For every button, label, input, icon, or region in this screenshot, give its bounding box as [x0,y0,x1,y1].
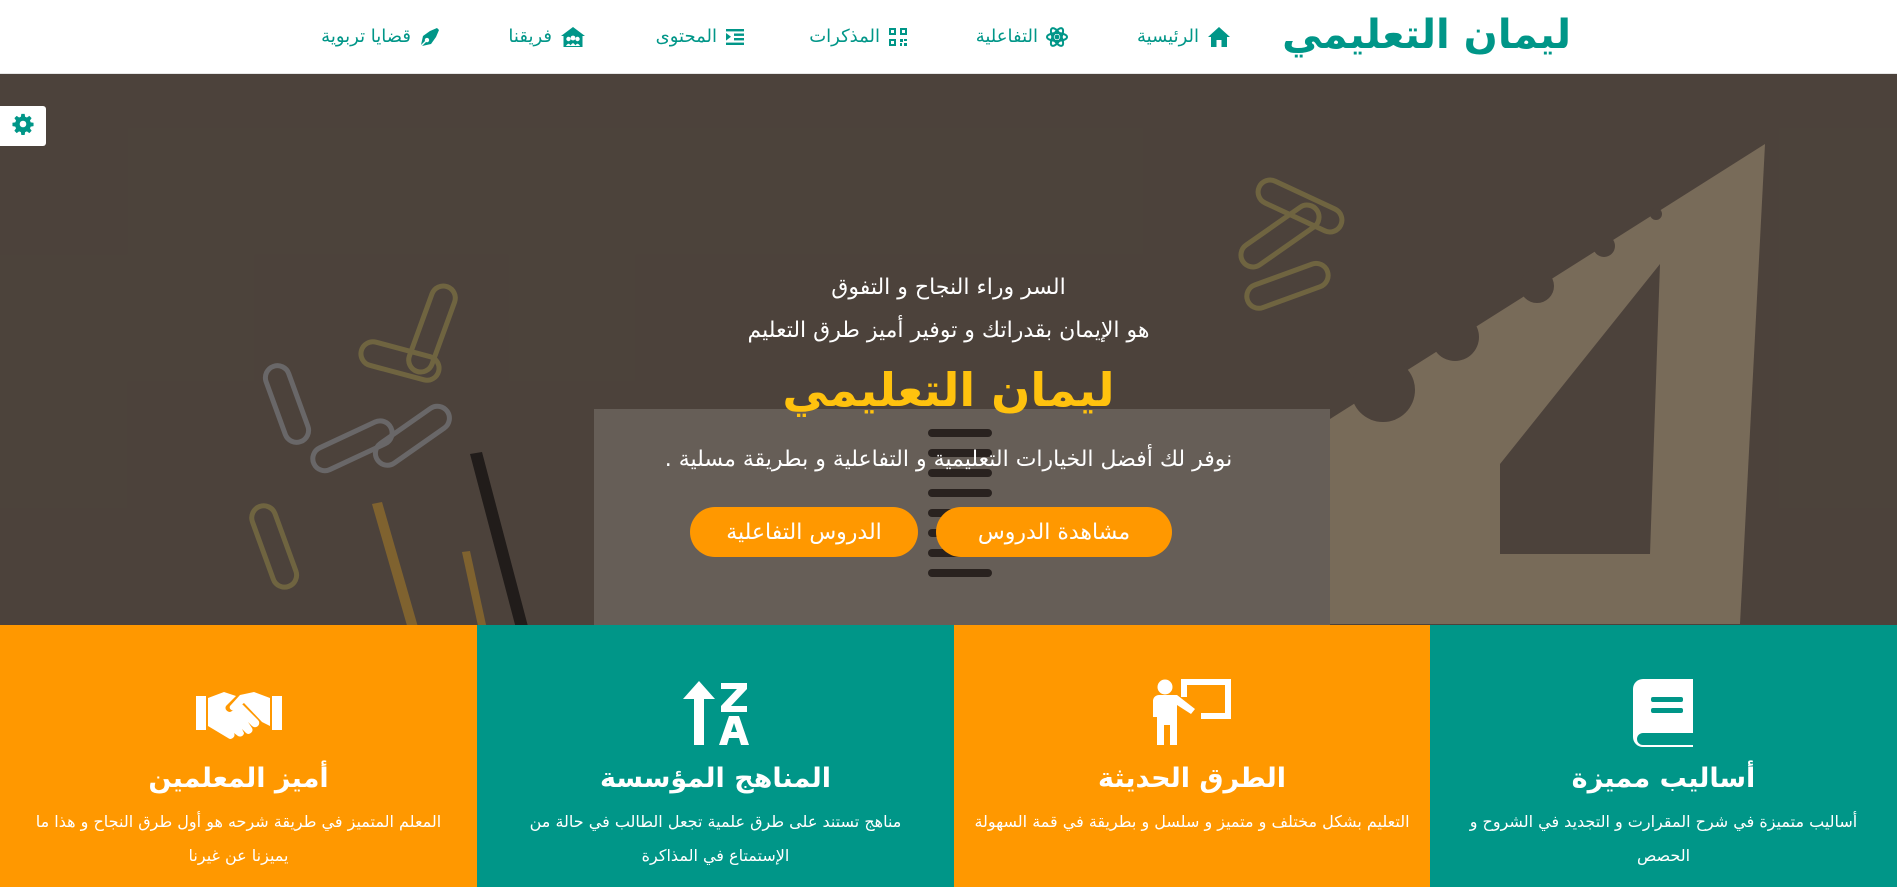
feature-title: أميز المعلمين [148,763,329,794]
watch-lessons-button[interactable]: مشاهدة الدروس [936,507,1172,557]
hero-description: نوفر لك أفضل الخيارات التعليمية و التفاع… [664,447,1233,472]
nav-item-content[interactable]: المحتوى [656,0,745,74]
gear-icon [12,113,34,139]
feature-card-modern-methods: الطرق الحديثة التعليم بشكل مختلف و متميز… [954,625,1430,887]
feature-card-teachers: أميز المعلمين المعلم المتميز في طريقة شر… [0,625,477,887]
nav-item-team[interactable]: فريقنا [508,0,586,74]
hero-tagline: السر وراء النجاح و التفوق [831,275,1066,300]
teacher-board-icon [954,677,1430,749]
nav-item-home[interactable]: الرئيسية [1137,0,1231,74]
features-section: أساليب مميزة أساليب متميزة في شرح المقرا… [0,625,1897,887]
feature-description: التعليم بشكل مختلف و متميز و سلسل و بطري… [974,812,1410,831]
feature-title: أساليب مميزة [1571,763,1756,794]
book-icon [1430,677,1897,749]
settings-button[interactable] [0,106,46,146]
hero-section: السر وراء النجاح و التفوق هو الإيمان بقد… [0,74,1897,625]
feature-card-methods: أساليب مميزة أساليب متميزة في شرح المقرا… [1430,625,1897,887]
home-icon [1207,26,1231,48]
nav-item-notes[interactable]: المذكرات [809,0,908,74]
qrcode-icon [888,27,908,47]
nav-item-interactive[interactable]: التفاعلية [976,0,1068,74]
nav-label-home: الرئيسية [1137,26,1199,47]
feature-description: أساليب متميزة في شرح المقرارت و التجديد … [1469,812,1858,865]
sort-alpha-up-icon [477,677,954,749]
site-logo[interactable]: ليمان التعليمي [1282,10,1571,60]
handshake-icon [0,677,477,749]
feature-title: المناهج المؤسسة [599,763,832,794]
nav-label-content: المحتوى [655,26,717,47]
indent-icon [725,28,745,46]
atom-icon [1046,26,1068,48]
top-navbar: ليمان التعليمي الرئيسية التفاعلية المذكر… [0,0,1897,74]
team-icon [560,26,586,48]
nav-label-notes: المذكرات [809,26,880,47]
hero-title: ليمان التعليمي [782,363,1115,417]
feature-description: المعلم المتميز في طريقة شرحه هو أول طرق … [35,812,442,865]
nav-item-edu-issues[interactable]: قضايا تربوية [321,0,439,74]
interactive-lessons-button[interactable]: الدروس التفاعلية [690,507,918,557]
feature-title: الطرق الحديثة [1097,763,1286,794]
hero-subtagline: هو الإيمان بقدراتك و توفير أميز طرق التع… [747,318,1150,343]
feature-card-curricula: المناهج المؤسسة مناهج تستند على طرق علمي… [477,625,954,887]
nav-label-edu-issues: قضايا تربوية [321,26,411,47]
nav-label-team: فريقنا [508,26,552,47]
feature-description: مناهج تستند على طرق علمية تجعل الطالب في… [529,812,902,865]
pen-nib-icon [419,27,439,47]
nav-label-interactive: التفاعلية [975,26,1038,47]
